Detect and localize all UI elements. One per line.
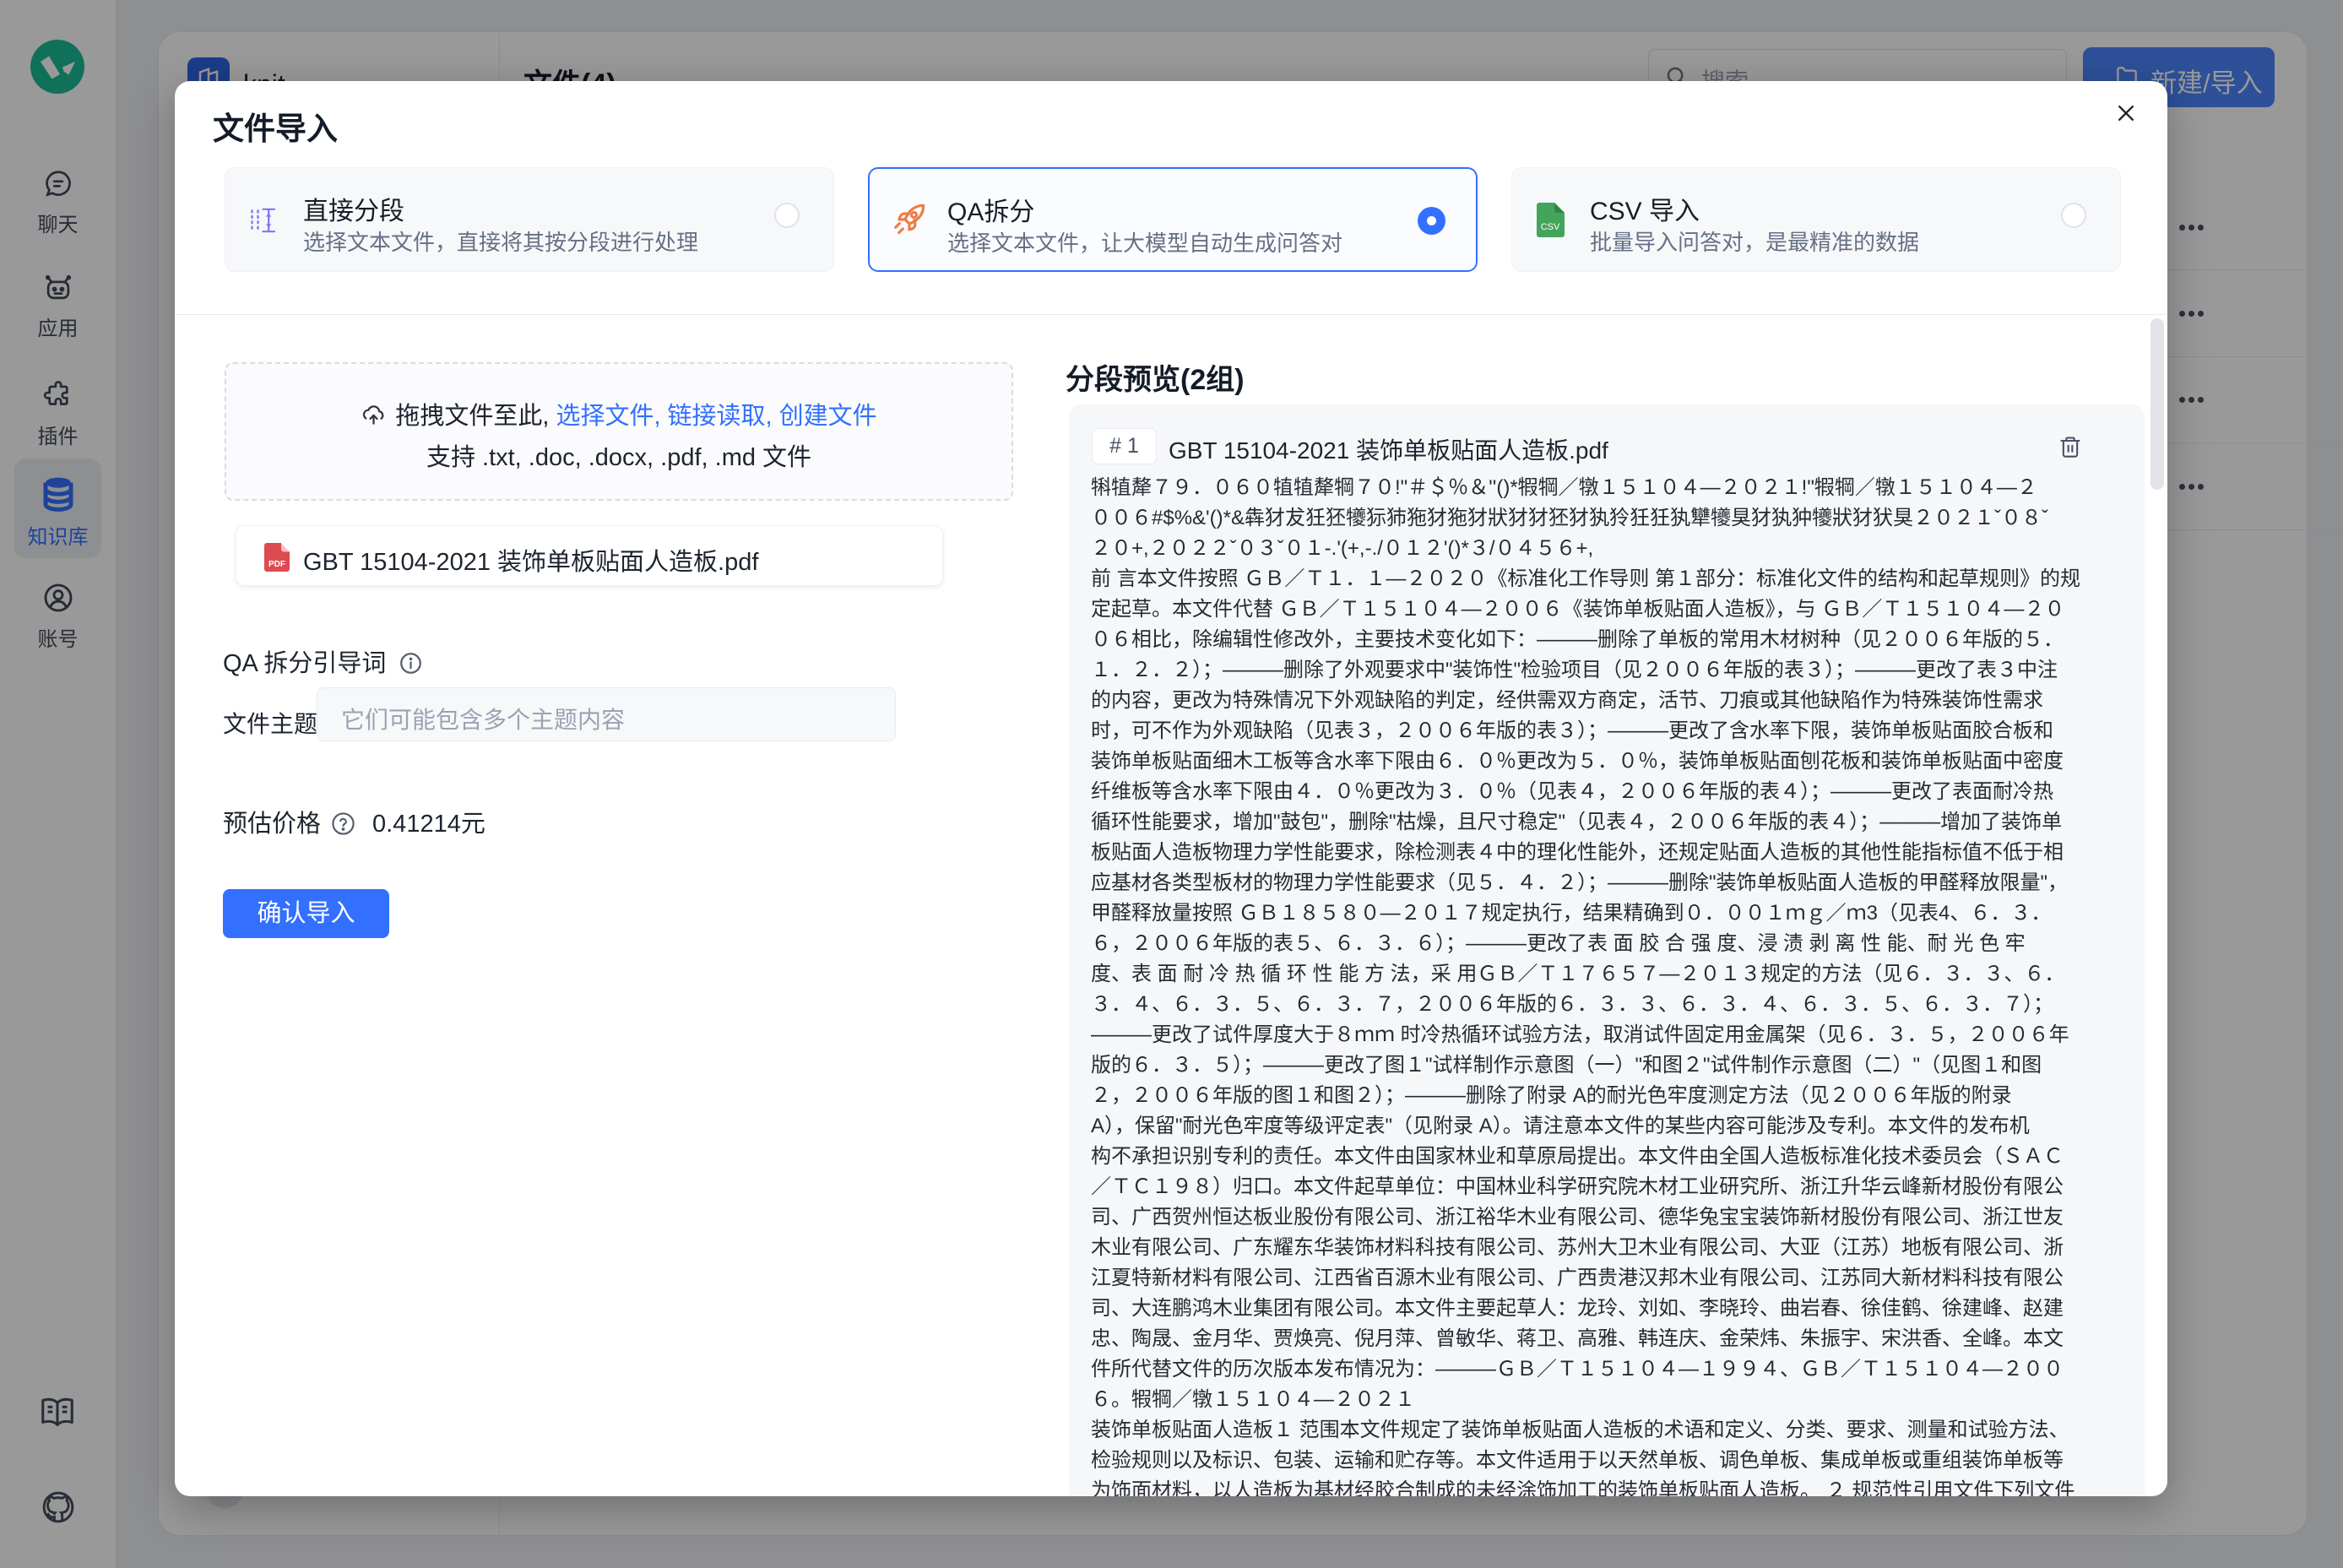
svg-text:CSV: CSV <box>1541 222 1560 232</box>
svg-text:PDF: PDF <box>268 560 285 569</box>
